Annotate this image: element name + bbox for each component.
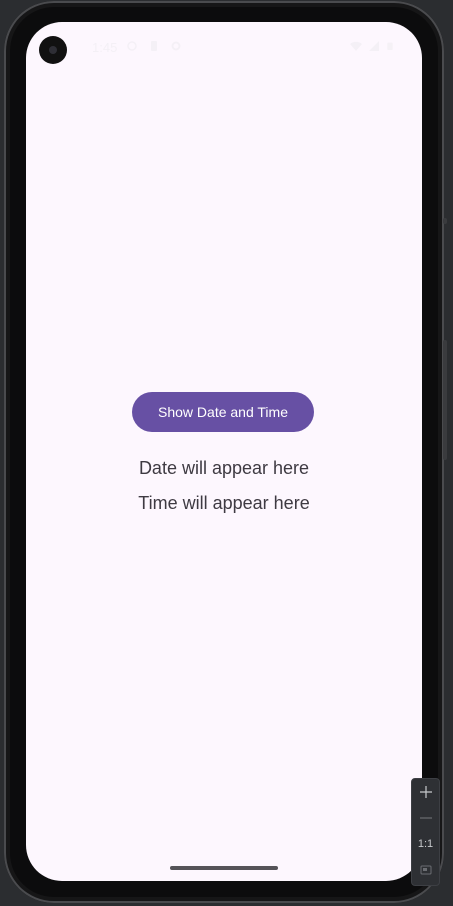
power-button <box>443 218 447 224</box>
emulator-zoom-panel: 1:1 <box>411 778 440 886</box>
zoom-out-button[interactable] <box>412 805 439 831</box>
device-screen: 1:45 Show Date and Time Date will appear… <box>26 22 422 881</box>
zoom-reset-button[interactable]: 1:1 <box>412 831 439 857</box>
minus-icon <box>419 817 432 819</box>
fit-screen-button[interactable] <box>412 857 439 883</box>
fit-screen-icon <box>420 865 431 875</box>
show-date-time-button[interactable]: Show Date and Time <box>132 392 314 432</box>
zoom-in-button[interactable] <box>412 779 439 805</box>
plus-icon <box>419 786 432 798</box>
volume-button <box>443 340 447 460</box>
gesture-nav-handle[interactable] <box>170 866 278 870</box>
date-text: Date will appear here <box>138 458 310 478</box>
time-text: Time will appear here <box>138 493 310 513</box>
app-content: Show Date and Time Date will appear here… <box>26 22 422 881</box>
emulator-window: 1:45 Show Date and Time Date will appear… <box>0 0 453 906</box>
